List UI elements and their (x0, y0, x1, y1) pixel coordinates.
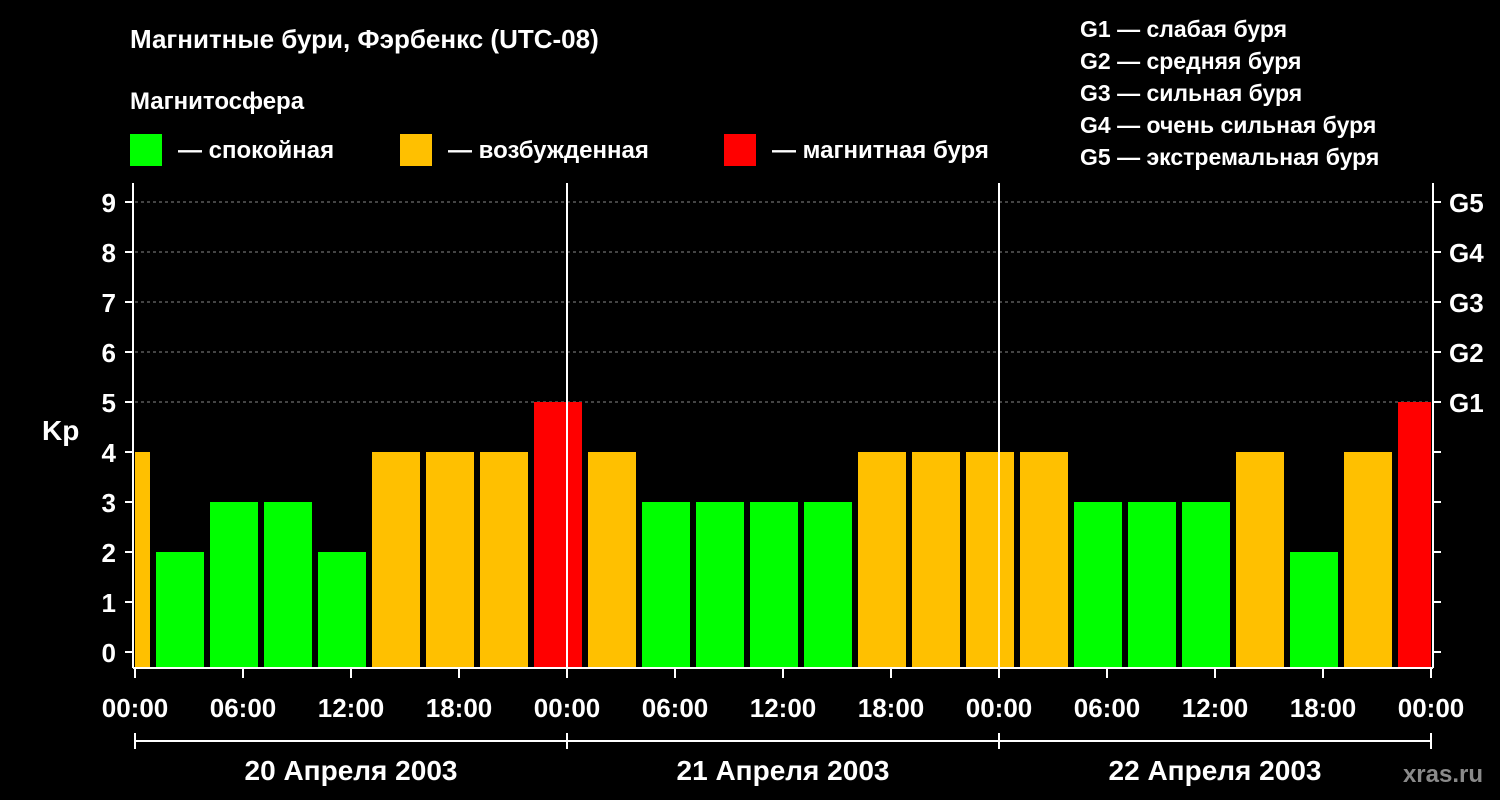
y-tick-label: 2 (102, 538, 116, 568)
legend-label-quiet: — спокойная (178, 137, 334, 164)
kp-bar (426, 452, 474, 668)
storm-level-g4: G4 — очень сильная буря (1080, 112, 1376, 138)
x-tick-label: 00:00 (102, 693, 169, 723)
kp-bar (1344, 452, 1392, 668)
day-label: 22 Апреля 2003 (1109, 755, 1322, 786)
x-tick-label: 18:00 (858, 693, 925, 723)
kp-bar (372, 452, 420, 668)
storm-levels-list: G1 — слабая буря G2 — средняя буря G3 — … (1080, 16, 1379, 170)
y-tick-label: 3 (102, 488, 116, 518)
legend-swatch-storm (724, 134, 756, 166)
kp-bar (210, 502, 258, 668)
kp-bar (480, 452, 528, 668)
x-tick-label: 00:00 (1398, 693, 1465, 723)
x-tick-label: 06:00 (642, 693, 709, 723)
kp-bar (318, 552, 366, 668)
y-tick-label: 6 (102, 338, 116, 368)
x-tick-label: 18:00 (1290, 693, 1357, 723)
y-tick-label: 4 (102, 438, 117, 468)
kp-bar (1128, 502, 1176, 668)
y-tick-label: 7 (102, 288, 116, 318)
kp-bar (264, 502, 312, 668)
g-level-label: G1 (1449, 388, 1484, 418)
day-label: 21 Апреля 2003 (677, 755, 890, 786)
watermark: xras.ru (1403, 761, 1483, 788)
x-tick-label: 12:00 (318, 693, 385, 723)
x-tick-label: 18:00 (426, 693, 493, 723)
y-tick-label: 5 (102, 388, 116, 418)
kp-bar (642, 502, 690, 668)
g-level-label: G2 (1449, 338, 1484, 368)
kp-bar (1236, 452, 1284, 668)
kp-bar (534, 402, 582, 668)
x-tick-label: 12:00 (750, 693, 817, 723)
kp-bar (1182, 502, 1230, 668)
legend-swatch-active (400, 134, 432, 166)
y-tick-label: 0 (102, 638, 116, 668)
x-tick-label: 00:00 (966, 693, 1033, 723)
y-tick-label: 9 (102, 188, 116, 218)
x-tick-label: 06:00 (210, 693, 277, 723)
legend: — спокойная — возбужденная — магнитная б… (130, 134, 989, 166)
y-tick-label: 8 (102, 238, 116, 268)
day-label: 20 Апреля 2003 (245, 755, 458, 786)
g-level-label: G3 (1449, 288, 1484, 318)
kp-bar (135, 452, 150, 668)
legend-title: Магнитосфера (130, 88, 305, 115)
x-tick-label: 00:00 (534, 693, 601, 723)
kp-bar (1290, 552, 1338, 668)
storm-level-g3: G3 — сильная буря (1080, 80, 1302, 106)
g-level-label: G4 (1449, 238, 1484, 268)
storm-level-g1: G1 — слабая буря (1080, 16, 1287, 42)
kp-bar (696, 502, 744, 668)
chart-title: Магнитные бури, Фэрбенкс (UTC-08) (130, 24, 599, 54)
kp-bar (588, 452, 636, 668)
x-tick-label: 06:00 (1074, 693, 1141, 723)
y-tick-label: 1 (102, 588, 116, 618)
kp-bar (156, 552, 204, 668)
kp-bar (966, 452, 1014, 668)
chart: Магнитные бури, Фэрбенкс (UTC-08) Магнит… (42, 16, 1484, 788)
kp-bar (1074, 502, 1122, 668)
legend-label-storm: — магнитная буря (772, 137, 989, 164)
legend-label-active: — возбужденная (448, 137, 649, 164)
kp-bar (750, 502, 798, 668)
kp-bar (1020, 452, 1068, 668)
storm-level-g2: G2 — средняя буря (1080, 48, 1301, 74)
kp-bar (912, 452, 960, 668)
y-axis-label: Kp (42, 415, 79, 446)
kp-bar (804, 502, 852, 668)
g-level-label: G5 (1449, 188, 1484, 218)
x-tick-label: 12:00 (1182, 693, 1249, 723)
kp-bar (858, 452, 906, 668)
kp-bar (1398, 402, 1431, 668)
legend-swatch-quiet (130, 134, 162, 166)
storm-level-g5: G5 — экстремальная буря (1080, 144, 1379, 170)
